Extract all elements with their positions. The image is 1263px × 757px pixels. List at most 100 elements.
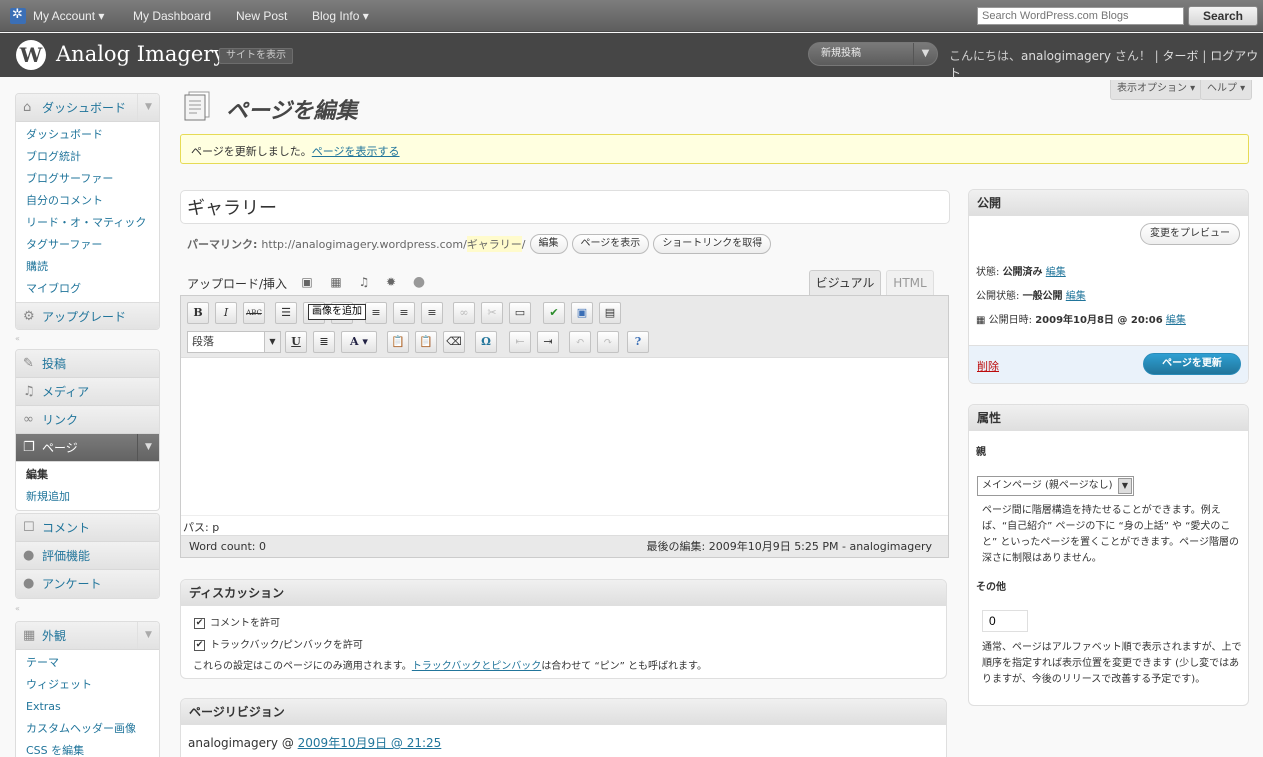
get-shortlink-button[interactable]: ショートリンクを取得 — [653, 234, 772, 254]
my-account-menu[interactable]: My Account ▾ — [33, 9, 104, 23]
submenu-subscriptions[interactable]: 購読 — [16, 256, 159, 278]
chevron-down-icon[interactable]: ▼ — [264, 332, 280, 352]
justify-icon[interactable]: ≣ — [313, 331, 335, 353]
sidebar-item-posts[interactable]: ✎ 投稿 — [16, 350, 159, 378]
redo-icon[interactable]: ↷ — [597, 331, 619, 353]
sidebar-item-upgrade[interactable]: ⚙ アップグレード — [16, 302, 159, 329]
parent-select[interactable]: メインページ (親ページなし) ▼ — [977, 476, 1134, 496]
update-page-button[interactable]: ページを更新 — [1143, 353, 1241, 375]
underline-button[interactable]: U — [285, 331, 307, 353]
favorite-actions-select[interactable]: 新規投稿 ▼ — [808, 42, 938, 66]
fullscreen-icon[interactable]: ▣ — [571, 302, 593, 324]
italic-button[interactable]: I — [215, 302, 237, 324]
trackbacks-link[interactable]: トラックバックとピンバック — [412, 661, 542, 672]
sidebar-item-polls[interactable]: ● アンケート — [16, 570, 159, 598]
turbo-link[interactable]: ターボ — [1163, 49, 1199, 63]
search-input[interactable] — [977, 7, 1184, 25]
allow-comments-row[interactable]: ✔ コメントを許可 — [194, 614, 280, 629]
paste-word-icon[interactable]: 📋 — [415, 331, 437, 353]
text-color-button[interactable]: A ▾ — [341, 331, 377, 353]
align-left-icon[interactable]: ≡ — [365, 302, 387, 324]
allow-pings-row[interactable]: ✔ トラックバック/ピンバックを許可 — [194, 636, 363, 651]
view-site-button[interactable]: サイトを表示 — [219, 48, 293, 64]
help-tab[interactable]: ヘルプ ▾ — [1200, 80, 1253, 100]
chevron-down-icon[interactable]: ▼ — [1118, 478, 1132, 494]
discussion-title[interactable]: ディスカッション — [181, 580, 946, 606]
add-video-icon[interactable]: ▦ — [329, 275, 343, 289]
submenu-dashboard[interactable]: ダッシュボード — [16, 124, 159, 146]
order-input[interactable] — [982, 610, 1028, 632]
sidebar-item-ratings[interactable]: ● 評価機能 — [16, 542, 159, 570]
attributes-title[interactable]: 属性 — [969, 405, 1248, 431]
sidebar-item-links[interactable]: ∞ リンク — [16, 406, 159, 434]
search-button[interactable]: Search — [1188, 6, 1258, 26]
submenu-tag-surfer[interactable]: タグサーファー — [16, 234, 159, 256]
chevron-down-icon[interactable]: ▼ — [137, 434, 159, 461]
tab-visual[interactable]: ビジュアル — [809, 270, 881, 296]
revision-link[interactable]: 2009年10月9日 @ 21:25 — [298, 736, 442, 750]
allow-comments-checkbox[interactable]: ✔ — [194, 617, 205, 629]
edit-date-link[interactable]: 編集 — [1166, 315, 1186, 326]
new-post-link[interactable]: New Post — [236, 9, 287, 23]
sidebar-item-comments[interactable]: ☐ コメント — [16, 514, 159, 542]
submenu-blog-stats[interactable]: ブログ統計 — [16, 146, 159, 168]
sidebar-item-media[interactable]: ♫ メディア — [16, 378, 159, 406]
submenu-add-new-page[interactable]: 新規追加 — [16, 486, 159, 508]
more-tag-icon[interactable]: ▭ — [509, 302, 531, 324]
preview-changes-button[interactable]: 変更をプレビュー — [1140, 223, 1240, 245]
permalink-slug[interactable]: ギャラリー — [466, 236, 522, 252]
submenu-my-blogs[interactable]: マイブログ — [16, 278, 159, 300]
my-dashboard-link[interactable]: My Dashboard — [133, 9, 211, 23]
submenu-edit-css[interactable]: CSS を編集 — [16, 740, 159, 757]
add-poll-icon[interactable]: ● — [412, 275, 426, 289]
add-audio-icon[interactable]: ♫ — [357, 275, 371, 289]
kitchen-sink-icon[interactable]: ▤ — [599, 302, 621, 324]
add-media-icon[interactable]: ✹ — [384, 275, 398, 289]
menu-separator[interactable]: « — [15, 335, 160, 343]
indent-icon[interactable]: ⇥ — [537, 331, 559, 353]
spellcheck-icon[interactable]: ✔ — [543, 302, 565, 324]
site-title[interactable]: Analog Imagery — [56, 42, 225, 66]
submenu-edit-pages[interactable]: 編集 — [16, 464, 159, 486]
align-center-icon[interactable]: ≡ — [393, 302, 415, 324]
align-right-icon[interactable]: ≡ — [421, 302, 443, 324]
editor-body[interactable] — [181, 358, 948, 515]
menu-separator[interactable]: « — [15, 605, 160, 613]
edit-slug-button[interactable]: 編集 — [529, 234, 568, 254]
sidebar-item-appearance[interactable]: ▦ 外観 ▼ — [16, 622, 159, 650]
unlink-icon[interactable]: ✂ — [481, 302, 503, 324]
revisions-title[interactable]: ページリビジョン — [181, 699, 946, 725]
publish-title[interactable]: 公開 — [969, 190, 1248, 216]
eraser-icon[interactable]: ⌫ — [443, 331, 465, 353]
paste-text-icon[interactable]: 📋 — [387, 331, 409, 353]
undo-icon[interactable]: ↶ — [569, 331, 591, 353]
special-char-button[interactable]: Ω — [475, 331, 497, 353]
screen-options-tab[interactable]: 表示オプション ▾ — [1110, 80, 1203, 100]
sidebar-item-dashboard[interactable]: ⌂ ダッシュボード ▼ — [16, 94, 159, 122]
view-page-link[interactable]: ページを表示する — [312, 145, 400, 158]
strikethrough-button[interactable]: ABC — [243, 302, 265, 324]
title-input[interactable] — [180, 190, 950, 224]
chevron-down-icon[interactable]: ▼ — [913, 43, 937, 65]
submenu-extras[interactable]: Extras — [16, 696, 159, 718]
link-icon[interactable]: ∞ — [453, 302, 475, 324]
submenu-custom-header[interactable]: カスタムヘッダー画像 — [16, 718, 159, 740]
submenu-themes[interactable]: テーマ — [16, 652, 159, 674]
delete-link[interactable]: 削除 — [977, 358, 999, 374]
view-page-button[interactable]: ページを表示 — [571, 234, 650, 254]
submenu-readomattic[interactable]: リード・オ・マティック — [16, 212, 159, 234]
user-profile-link[interactable]: analogimagery — [1021, 49, 1111, 63]
format-select[interactable]: 段落 ▼ — [187, 331, 281, 353]
bold-button[interactable]: B — [187, 302, 209, 324]
chevron-down-icon[interactable]: ▼ — [137, 622, 159, 649]
add-image-icon[interactable]: ▣ — [300, 275, 314, 289]
outdent-icon[interactable]: ⇤ — [509, 331, 531, 353]
submenu-widgets[interactable]: ウィジェット — [16, 674, 159, 696]
edit-status-link[interactable]: 編集 — [1046, 267, 1066, 278]
submenu-my-comments[interactable]: 自分のコメント — [16, 190, 159, 212]
wordpress-com-icon[interactable] — [10, 7, 26, 24]
blog-info-menu[interactable]: Blog Info ▾ — [312, 9, 369, 23]
edit-visibility-link[interactable]: 編集 — [1066, 291, 1086, 302]
chevron-down-icon[interactable]: ▼ — [137, 94, 159, 121]
submenu-blog-surfer[interactable]: ブログサーファー — [16, 168, 159, 190]
